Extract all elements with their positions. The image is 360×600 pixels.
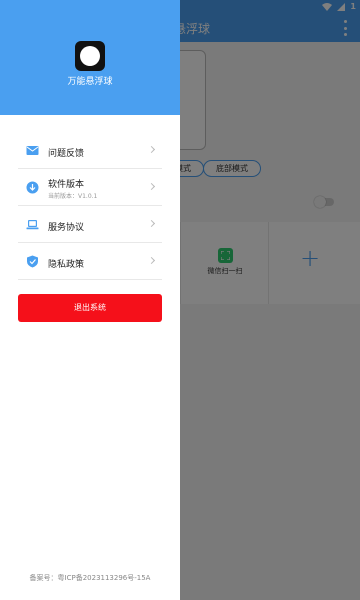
download-icon <box>26 181 39 194</box>
app-logo <box>75 41 105 71</box>
icp-record: 备案号：粤ICP备2023113296号-15A <box>29 574 151 582</box>
drawer-header: 万能悬浮球 <box>0 0 180 115</box>
mail-icon <box>26 146 39 155</box>
menu-item-version[interactable]: 软件版本 当前版本：V1.0.1 <box>18 169 162 206</box>
app-name: 万能悬浮球 <box>67 77 113 87</box>
version-text: 当前版本：V1.0.1 <box>48 193 98 200</box>
menu-label: 隐私政策 <box>48 260 85 270</box>
shield-icon <box>27 255 38 268</box>
chevron-right-icon <box>147 145 156 154</box>
menu-item-feedback[interactable]: 问题反馈 <box>18 132 162 169</box>
menu-item-service-agreement[interactable]: 服务协议 <box>18 206 162 243</box>
chevron-right-icon <box>147 219 156 228</box>
navigation-drawer: 万能悬浮球 问题反馈 软件版本 当前版本：V1.0.1 服务协议 隐私政策 退出… <box>0 0 180 600</box>
menu-label: 服务协议 <box>48 223 85 233</box>
laptop-icon <box>26 220 39 230</box>
chevron-right-icon <box>147 256 156 265</box>
drawer-menu: 问题反馈 软件版本 当前版本：V1.0.1 服务协议 隐私政策 <box>18 132 162 280</box>
menu-label: 问题反馈 <box>48 149 85 159</box>
menu-label: 软件版本 <box>48 180 85 190</box>
menu-item-privacy-policy[interactable]: 隐私政策 <box>18 243 162 280</box>
logout-button[interactable]: 退出系统 <box>18 294 162 322</box>
chevron-right-icon <box>147 182 156 191</box>
